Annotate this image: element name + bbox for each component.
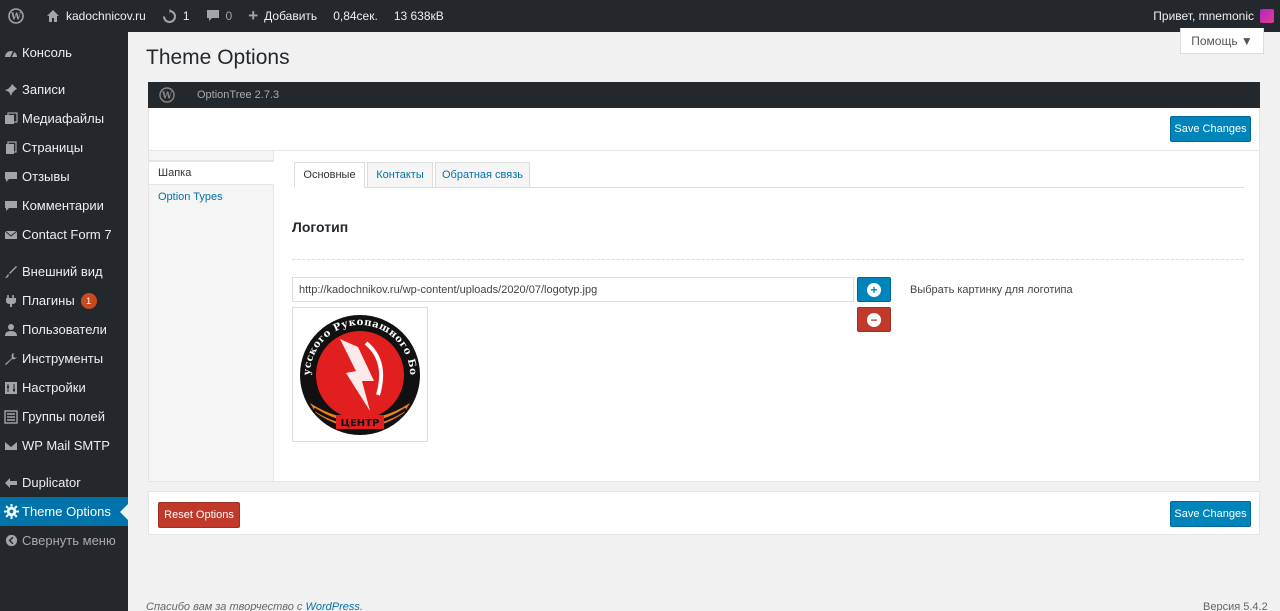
greeting: Привет, mnemonic bbox=[1153, 9, 1254, 23]
wordpress-logo-button[interactable]: W bbox=[0, 0, 38, 32]
brush-icon bbox=[0, 265, 22, 279]
updates-link[interactable]: 1 bbox=[154, 0, 198, 32]
plugins-update-badge: 1 bbox=[80, 292, 97, 309]
options-bottom-bar: Reset Options Save Changes bbox=[148, 491, 1260, 535]
collapse-icon bbox=[0, 534, 22, 547]
reviews-icon bbox=[0, 170, 22, 184]
options-panel: Шапка Option Types Основные Контакты Обр… bbox=[148, 151, 1260, 482]
remove-media-button[interactable]: − bbox=[857, 307, 891, 332]
menu-item-duplicator[interactable]: Duplicator bbox=[0, 468, 128, 497]
admin-menu: Консоль Записи Медиафайлы Страницы Отзыв… bbox=[0, 32, 128, 611]
optiontree-header: W OptionTree 2.7.3 bbox=[148, 82, 1260, 108]
wordpress-icon: W bbox=[8, 8, 24, 24]
help-button[interactable]: Помощь ▼ bbox=[1180, 28, 1264, 54]
memory-usage: 13 638кВ bbox=[393, 9, 444, 23]
pages-icon bbox=[0, 140, 22, 155]
collapse-menu-button[interactable]: Свернуть меню bbox=[0, 526, 128, 555]
wordpress-link[interactable]: WordPress bbox=[305, 601, 359, 611]
add-media-button[interactable]: + bbox=[857, 277, 891, 302]
plus-icon: + bbox=[248, 6, 259, 25]
dashboard-icon bbox=[0, 46, 22, 60]
media-icon bbox=[0, 111, 22, 126]
menu-item-plugins[interactable]: Плагины 1 bbox=[0, 286, 128, 315]
tab-contacts[interactable]: Контакты bbox=[367, 162, 433, 188]
menu-item-contact-form-7[interactable]: Contact Form 7 bbox=[0, 220, 128, 249]
menu-item-appearance[interactable]: Внешний вид bbox=[0, 257, 128, 286]
logo-image: Русского Рукопашного Боя ЦЕНТР bbox=[296, 311, 420, 435]
menu-item-users[interactable]: Пользователи bbox=[0, 315, 128, 344]
plugin-icon bbox=[0, 294, 22, 308]
mail-smtp-icon bbox=[0, 439, 22, 453]
logo-preview[interactable]: Русского Рукопашного Боя ЦЕНТР bbox=[292, 307, 428, 442]
plus-circle-icon: + bbox=[867, 282, 881, 297]
load-time: 0,84сек. bbox=[333, 9, 378, 23]
svg-text:W: W bbox=[10, 13, 22, 23]
wrench-icon bbox=[0, 352, 22, 366]
logo-text-bottom: ЦЕНТР bbox=[341, 418, 380, 429]
menu-item-field-groups[interactable]: Группы полей bbox=[0, 402, 128, 431]
tab-bar: Основные Контакты Обратная связь bbox=[294, 162, 1244, 188]
user-icon bbox=[0, 323, 22, 337]
menu-item-comments[interactable]: Комментарии bbox=[0, 191, 128, 220]
updates-count: 1 bbox=[182, 9, 190, 23]
add-new-label: Добавить bbox=[264, 9, 318, 23]
menu-item-wp-mail-smtp[interactable]: WP Mail SMTP bbox=[0, 431, 128, 460]
section-nav-option-types[interactable]: Option Types bbox=[149, 185, 273, 209]
menu-item-posts[interactable]: Записи bbox=[0, 75, 128, 104]
gear-icon bbox=[0, 504, 22, 519]
site-name: kadochnicov.ru bbox=[66, 9, 146, 23]
menu-item-theme-options[interactable]: Theme Options bbox=[0, 497, 128, 526]
fields-icon bbox=[0, 409, 22, 424]
comment-bubble-icon bbox=[206, 9, 220, 23]
menu-item-reviews[interactable]: Отзывы bbox=[0, 162, 128, 191]
my-account[interactable]: Привет, mnemonic bbox=[1153, 9, 1280, 23]
section-nav-header[interactable]: Шапка bbox=[149, 161, 274, 185]
footer-version: Версия 5.4.2 bbox=[1203, 601, 1268, 611]
comments-count: 0 bbox=[225, 9, 233, 23]
tab-main[interactable]: Основные bbox=[294, 162, 365, 188]
tab-feedback[interactable]: Обратная связь bbox=[435, 162, 530, 188]
settings-icon bbox=[0, 381, 22, 395]
menu-item-media[interactable]: Медиафайлы bbox=[0, 104, 128, 133]
menu-item-settings[interactable]: Настройки bbox=[0, 373, 128, 402]
menu-item-pages[interactable]: Страницы bbox=[0, 133, 128, 162]
section-nav: Шапка Option Types bbox=[149, 151, 274, 481]
site-name-link[interactable]: kadochnicov.ru bbox=[38, 0, 154, 32]
menu-item-tools[interactable]: Инструменты bbox=[0, 344, 128, 373]
svg-text:W: W bbox=[161, 92, 173, 102]
logo-description: Выбрать картинку для логотипа bbox=[910, 284, 1073, 296]
home-icon bbox=[46, 9, 60, 23]
logo-url-input[interactable]: http://kadochnikov.ru/wp-content/uploads… bbox=[292, 277, 854, 302]
footer-thanks: Спасибо вам за творчество с WordPress. bbox=[146, 601, 363, 611]
minus-circle-icon: − bbox=[867, 312, 881, 327]
add-new-link[interactable]: + Добавить bbox=[240, 0, 325, 32]
refresh-icon bbox=[162, 8, 177, 24]
menu-item-console[interactable]: Консоль bbox=[0, 38, 128, 67]
pin-icon bbox=[0, 83, 22, 97]
comment-icon bbox=[0, 199, 22, 213]
reset-options-button[interactable]: Reset Options bbox=[158, 502, 240, 528]
mail-icon bbox=[0, 228, 22, 242]
divider bbox=[292, 259, 1244, 260]
admin-bar: W kadochnicov.ru 1 0 + Добавить 0,84сек.… bbox=[0, 0, 1280, 32]
avatar bbox=[1260, 9, 1274, 23]
save-changes-button-bottom[interactable]: Save Changes bbox=[1170, 501, 1251, 527]
save-changes-button-top[interactable]: Save Changes bbox=[1170, 116, 1251, 142]
duplicator-icon bbox=[0, 476, 22, 490]
optiontree-version: OptionTree 2.7.3 bbox=[197, 89, 280, 101]
options-top-bar: Save Changes bbox=[148, 108, 1260, 151]
comments-link[interactable]: 0 bbox=[198, 0, 241, 32]
logo-section-title: Логотип bbox=[292, 219, 349, 235]
wordpress-icon: W bbox=[159, 87, 175, 103]
page-title: Theme Options bbox=[146, 46, 290, 69]
